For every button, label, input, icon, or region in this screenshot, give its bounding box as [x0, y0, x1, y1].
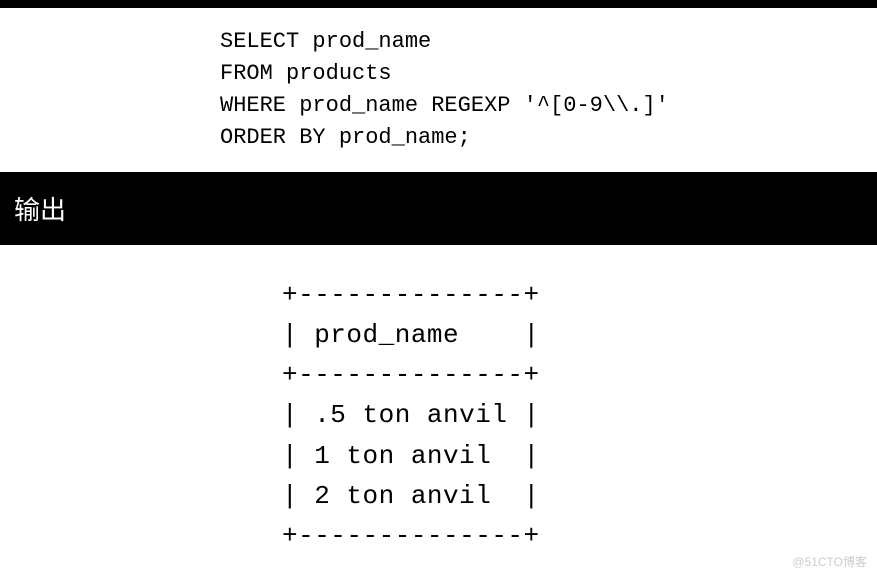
table-row: | .5 ton anvil |	[282, 400, 540, 430]
sql-code-block: SELECT prod_name FROM products WHERE pro…	[0, 8, 877, 172]
table-row: | 1 ton anvil |	[282, 441, 540, 471]
output-table-block: +--------------+ | prod_name | +--------…	[0, 245, 877, 557]
table-border-bottom: +--------------+	[282, 521, 540, 551]
sql-line-4: ORDER BY prod_name;	[220, 125, 471, 150]
table-row: | 2 ton anvil |	[282, 481, 540, 511]
output-section-header: 输出	[0, 172, 877, 245]
table-border-mid: +--------------+	[282, 360, 540, 390]
sql-line-2: FROM products	[220, 61, 392, 86]
top-bar	[0, 0, 877, 8]
output-label: 输出	[14, 195, 66, 225]
sql-line-1: SELECT prod_name	[220, 29, 431, 54]
sql-line-3: WHERE prod_name REGEXP '^[0-9\\.]'	[220, 93, 669, 118]
table-header-row: | prod_name |	[282, 320, 540, 350]
table-border-top: +--------------+	[282, 280, 540, 310]
watermark: @51CTO博客	[792, 553, 867, 570]
